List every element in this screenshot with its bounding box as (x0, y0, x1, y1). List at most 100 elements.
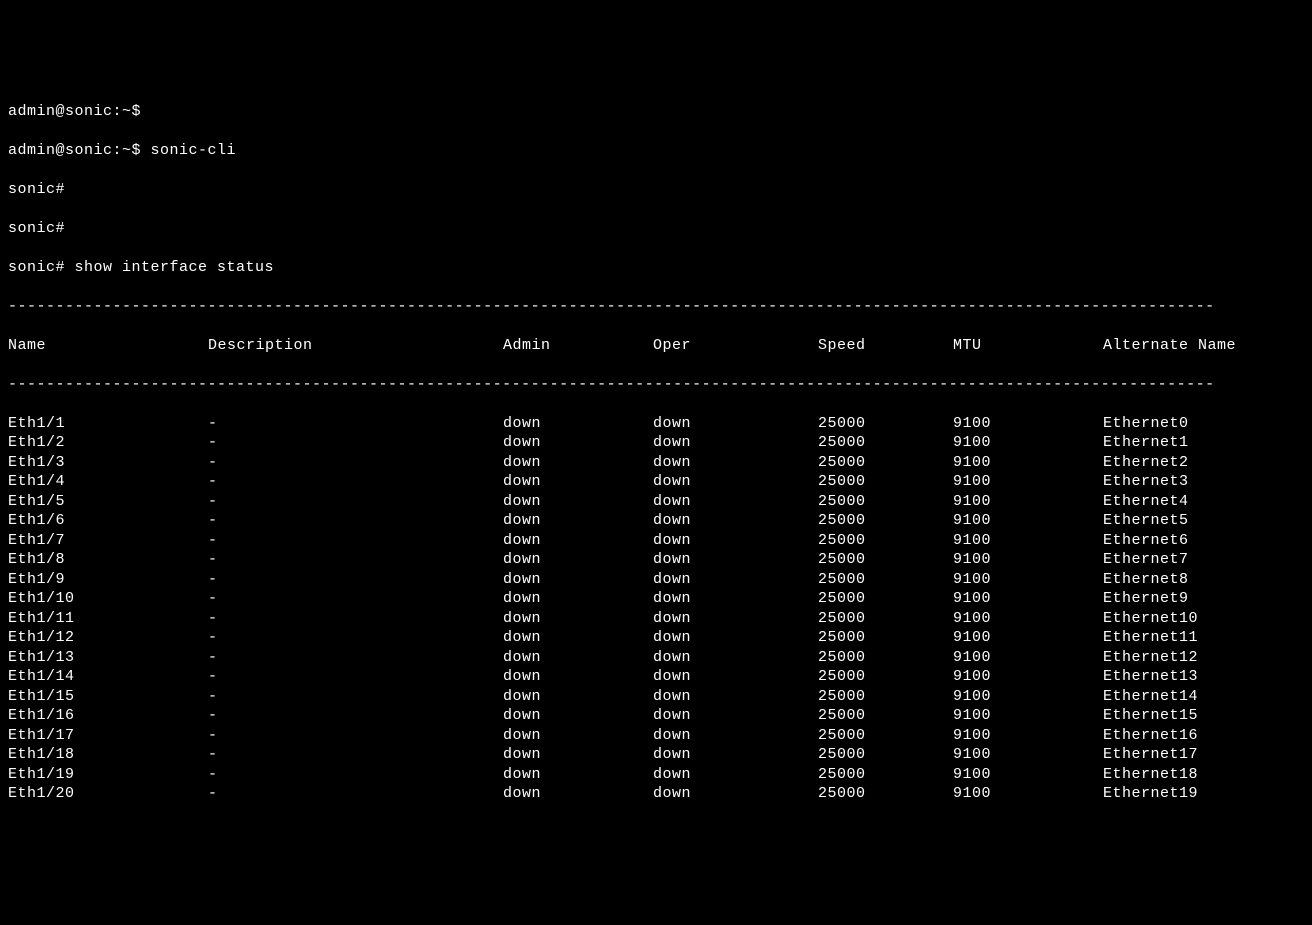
cell-altname: Ethernet1 (1103, 433, 1304, 453)
terminal-output[interactable]: admin@sonic:~$ admin@sonic:~$ sonic-cli … (8, 82, 1304, 823)
cell-description: - (208, 687, 503, 707)
table-row: Eth1/20-downdown250009100Ethernet19 (8, 784, 1304, 804)
cell-altname: Ethernet3 (1103, 472, 1304, 492)
cell-admin: down (503, 726, 653, 746)
cell-mtu: 9100 (953, 667, 1103, 687)
table-row: Eth1/9-downdown250009100Ethernet8 (8, 570, 1304, 590)
cell-mtu: 9100 (953, 550, 1103, 570)
cell-mtu: 9100 (953, 570, 1103, 590)
prompt-line: admin@sonic:~$ sonic-cli (8, 141, 1304, 161)
cell-oper: down (653, 570, 818, 590)
cell-description: - (208, 453, 503, 473)
cell-admin: down (503, 414, 653, 434)
cell-name: Eth1/15 (8, 687, 208, 707)
cell-mtu: 9100 (953, 609, 1103, 629)
table-row: Eth1/2-downdown250009100Ethernet1 (8, 433, 1304, 453)
cell-admin: down (503, 531, 653, 551)
cell-admin: down (503, 570, 653, 590)
cell-altname: Ethernet2 (1103, 453, 1304, 473)
cell-description: - (208, 589, 503, 609)
table-row: Eth1/18-downdown250009100Ethernet17 (8, 745, 1304, 765)
cell-oper: down (653, 706, 818, 726)
cell-altname: Ethernet19 (1103, 784, 1304, 804)
table-row: Eth1/4-downdown250009100Ethernet3 (8, 472, 1304, 492)
cell-oper: down (653, 550, 818, 570)
cell-name: Eth1/1 (8, 414, 208, 434)
cell-speed: 25000 (818, 589, 953, 609)
header-admin: Admin (503, 336, 653, 356)
cell-name: Eth1/5 (8, 492, 208, 512)
cell-speed: 25000 (818, 687, 953, 707)
cell-description: - (208, 628, 503, 648)
cell-altname: Ethernet8 (1103, 570, 1304, 590)
cell-altname: Ethernet15 (1103, 706, 1304, 726)
cell-admin: down (503, 628, 653, 648)
cell-oper: down (653, 472, 818, 492)
table-row: Eth1/16-downdown250009100Ethernet15 (8, 706, 1304, 726)
cell-description: - (208, 609, 503, 629)
table-row: Eth1/17-downdown250009100Ethernet16 (8, 726, 1304, 746)
cell-mtu: 9100 (953, 472, 1103, 492)
cell-mtu: 9100 (953, 648, 1103, 668)
cell-altname: Ethernet7 (1103, 550, 1304, 570)
header-name: Name (8, 336, 208, 356)
prompt-line: sonic# (8, 219, 1304, 239)
cell-oper: down (653, 433, 818, 453)
cell-oper: down (653, 609, 818, 629)
cell-mtu: 9100 (953, 453, 1103, 473)
cell-name: Eth1/8 (8, 550, 208, 570)
cell-name: Eth1/12 (8, 628, 208, 648)
cell-name: Eth1/9 (8, 570, 208, 590)
cell-description: - (208, 745, 503, 765)
cell-name: Eth1/20 (8, 784, 208, 804)
cell-oper: down (653, 453, 818, 473)
table-row: Eth1/5-downdown250009100Ethernet4 (8, 492, 1304, 512)
table-row: Eth1/13-downdown250009100Ethernet12 (8, 648, 1304, 668)
cell-oper: down (653, 648, 818, 668)
cell-name: Eth1/17 (8, 726, 208, 746)
cell-altname: Ethernet18 (1103, 765, 1304, 785)
prompt-line: admin@sonic:~$ (8, 102, 1304, 122)
cell-mtu: 9100 (953, 414, 1103, 434)
cell-mtu: 9100 (953, 628, 1103, 648)
cell-admin: down (503, 609, 653, 629)
cell-name: Eth1/14 (8, 667, 208, 687)
divider-line: ----------------------------------------… (8, 375, 1304, 395)
divider-line: ----------------------------------------… (8, 297, 1304, 317)
cell-altname: Ethernet10 (1103, 609, 1304, 629)
cell-oper: down (653, 589, 818, 609)
cell-description: - (208, 414, 503, 434)
cell-mtu: 9100 (953, 511, 1103, 531)
cell-mtu: 9100 (953, 745, 1103, 765)
cell-altname: Ethernet6 (1103, 531, 1304, 551)
cell-name: Eth1/19 (8, 765, 208, 785)
cell-description: - (208, 726, 503, 746)
cell-admin: down (503, 472, 653, 492)
cell-admin: down (503, 706, 653, 726)
header-mtu: MTU (953, 336, 1103, 356)
cell-oper: down (653, 745, 818, 765)
cell-oper: down (653, 511, 818, 531)
cell-admin: down (503, 765, 653, 785)
cell-speed: 25000 (818, 609, 953, 629)
table-row: Eth1/1-downdown250009100Ethernet0 (8, 414, 1304, 434)
cell-mtu: 9100 (953, 687, 1103, 707)
header-oper: Oper (653, 336, 818, 356)
cell-altname: Ethernet4 (1103, 492, 1304, 512)
cell-mtu: 9100 (953, 706, 1103, 726)
cell-speed: 25000 (818, 492, 953, 512)
cell-speed: 25000 (818, 765, 953, 785)
cell-speed: 25000 (818, 511, 953, 531)
table-row: Eth1/19-downdown250009100Ethernet18 (8, 765, 1304, 785)
cell-speed: 25000 (818, 784, 953, 804)
cell-altname: Ethernet17 (1103, 745, 1304, 765)
cell-name: Eth1/4 (8, 472, 208, 492)
cell-admin: down (503, 687, 653, 707)
cell-speed: 25000 (818, 550, 953, 570)
cell-speed: 25000 (818, 414, 953, 434)
prompt-line: sonic# show interface status (8, 258, 1304, 278)
cell-oper: down (653, 492, 818, 512)
cell-speed: 25000 (818, 628, 953, 648)
cell-name: Eth1/11 (8, 609, 208, 629)
cell-description: - (208, 706, 503, 726)
